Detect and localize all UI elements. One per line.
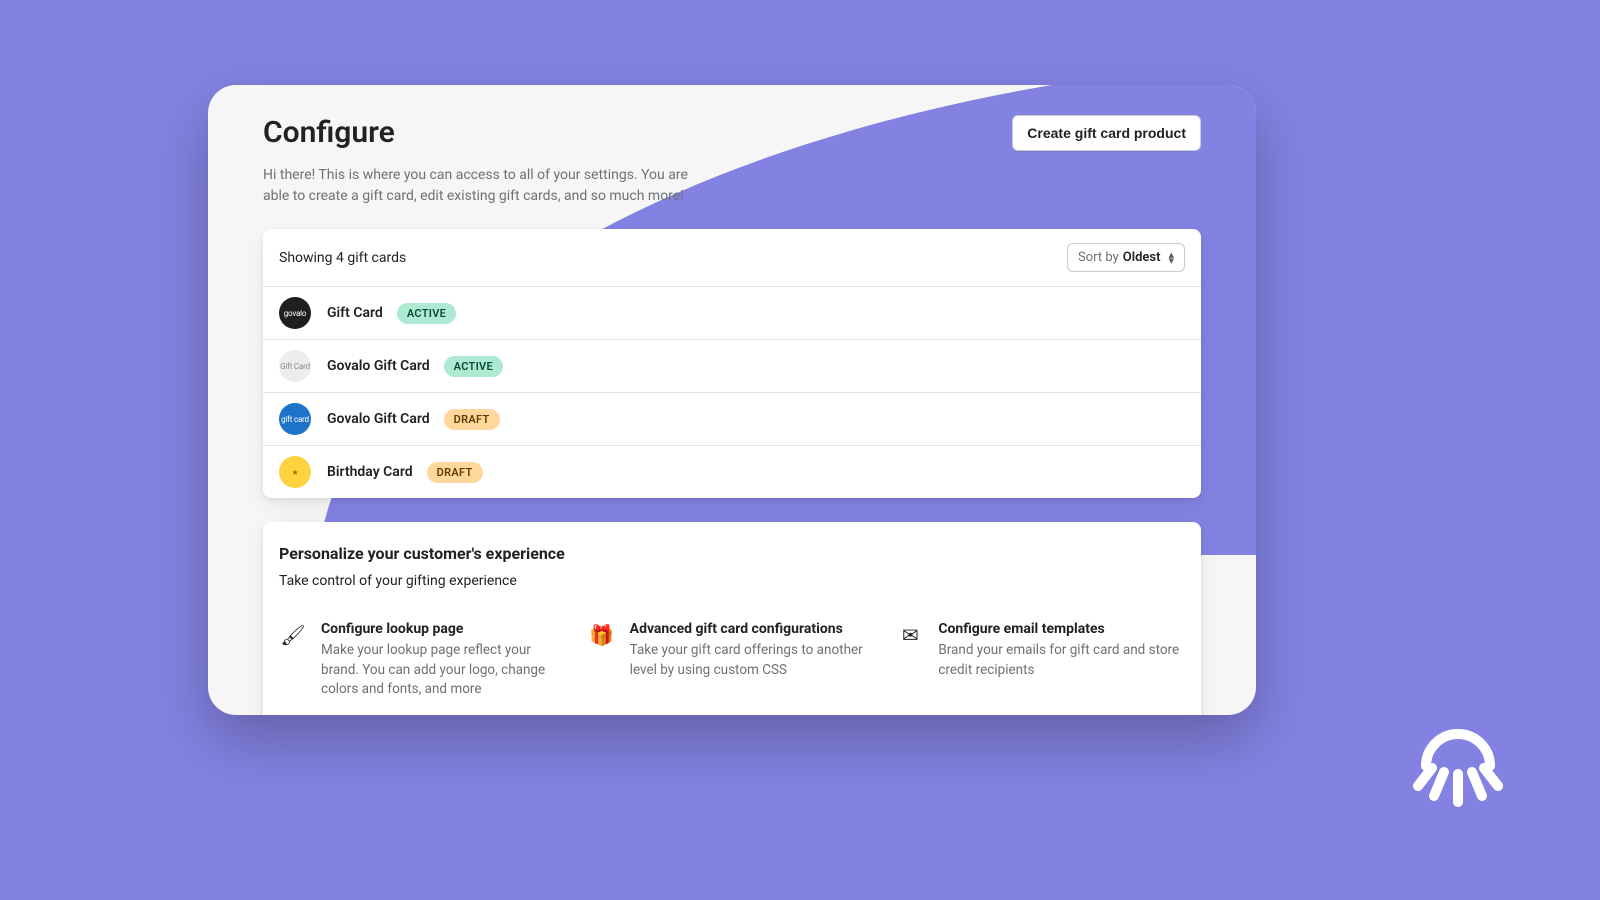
personalize-feature[interactable]: ✉ Configure email templates Brand your ema…	[896, 621, 1185, 700]
status-badge: DRAFT	[427, 462, 483, 483]
gift-icon: 🎁	[588, 621, 616, 649]
personalize-feature[interactable]: 🎁 Advanced gift card configurations Take y…	[588, 621, 877, 700]
feature-title: Configure lookup page	[321, 621, 568, 637]
gift-card-row[interactable]: ★ Birthday Card DRAFT	[263, 446, 1201, 498]
feature-title: Advanced gift card configurations	[630, 621, 877, 637]
list-count: Showing 4 gift cards	[279, 250, 406, 266]
gift-card-name: Gift Card	[327, 305, 383, 321]
status-badge: ACTIVE	[444, 356, 503, 377]
page-intro: Hi there! This is where you can access t…	[263, 165, 693, 207]
personalize-title: Personalize your customer's experience	[279, 544, 1185, 563]
feature-desc: Brand your emails for gift card and stor…	[938, 641, 1185, 680]
hero: Configure Create gift card product Hi th…	[208, 85, 1256, 219]
brand-logo-icon	[1408, 716, 1508, 816]
gift-card-row[interactable]: gift card Govalo Gift Card DRAFT	[263, 393, 1201, 446]
gift-card-avatar: Gift Card	[279, 350, 311, 382]
app-window: Configure Create gift card product Hi th…	[208, 85, 1256, 715]
mail-icon: ✉	[896, 621, 924, 649]
feature-title: Configure email templates	[938, 621, 1185, 637]
status-badge: ACTIVE	[397, 303, 456, 324]
brush-icon: 🖌	[279, 621, 307, 649]
sort-chevron-icon: ▴▾	[1168, 252, 1174, 263]
gift-card-avatar: govalo	[279, 297, 311, 329]
sort-select[interactable]: Sort by Oldest ▴▾	[1067, 243, 1185, 272]
gift-card-name: Birthday Card	[327, 464, 413, 480]
gift-card-avatar: ★	[279, 456, 311, 488]
feature-desc: Take your gift card offerings to another…	[630, 641, 877, 680]
personalize-subtitle: Take control of your gifting experience	[279, 573, 1185, 589]
page-title: Configure	[263, 115, 395, 150]
gift-card-list-card: Showing 4 gift cards Sort by Oldest ▴▾ g…	[263, 229, 1201, 498]
gift-card-name: Govalo Gift Card	[327, 411, 430, 427]
gift-card-row[interactable]: govalo Gift Card ACTIVE	[263, 287, 1201, 340]
sort-label: Sort by	[1078, 250, 1119, 265]
list-header: Showing 4 gift cards Sort by Oldest ▴▾	[263, 229, 1201, 287]
gift-card-name: Govalo Gift Card	[327, 358, 430, 374]
status-badge: DRAFT	[444, 409, 500, 430]
sort-value: Oldest	[1123, 250, 1161, 265]
gift-card-avatar: gift card	[279, 403, 311, 435]
gift-card-row[interactable]: Gift Card Govalo Gift Card ACTIVE	[263, 340, 1201, 393]
personalize-card: Personalize your customer's experience T…	[263, 522, 1201, 715]
personalize-feature[interactable]: 🖌 Configure lookup page Make your lookup p…	[279, 621, 568, 700]
create-gift-card-button[interactable]: Create gift card product	[1012, 115, 1201, 151]
feature-desc: Make your lookup page reflect your brand…	[321, 641, 568, 700]
